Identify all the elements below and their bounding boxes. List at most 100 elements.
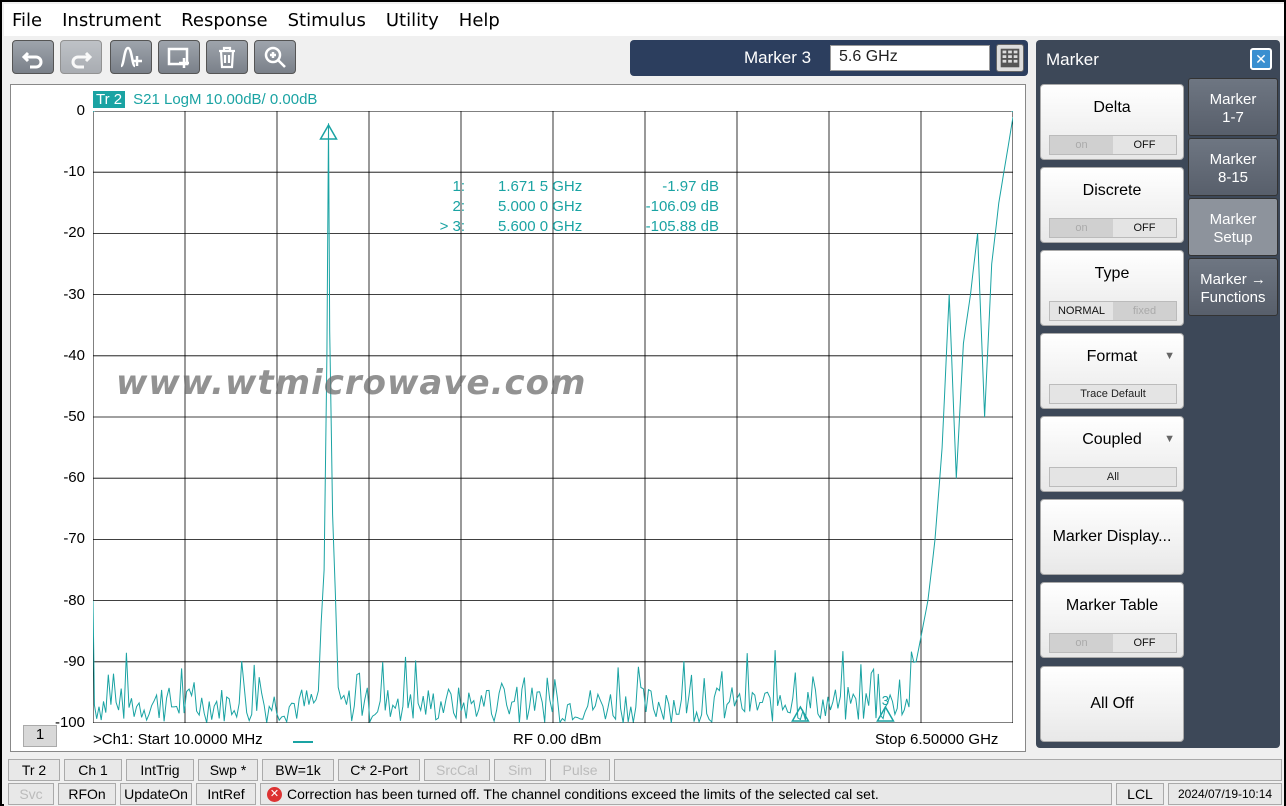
stop-frequency[interactable]: Stop 6.50000 GHz [875, 731, 998, 748]
marker-table-label: Marker Table [1065, 597, 1159, 614]
undo-button[interactable] [12, 40, 54, 74]
status-svc[interactable]: Svc [8, 783, 54, 805]
status-srccal[interactable]: SrcCal [424, 759, 490, 781]
status-bandwidth[interactable]: BW=1k [262, 759, 334, 781]
delta-button[interactable]: Delta on OFF [1040, 84, 1184, 160]
marker-3-label: 3 [882, 693, 889, 708]
all-off-button[interactable]: All Off [1040, 666, 1184, 742]
zoom-button[interactable] [254, 40, 296, 74]
marker-readout-frequency: 5.000 0 GHz [498, 198, 582, 215]
marker-display-button[interactable]: Marker Display... [1040, 499, 1184, 575]
close-icon: ✕ [1255, 51, 1267, 67]
plot-area[interactable]: 231:1.671 5 GHz-1.97 dB2:5.000 0 GHz-106… [93, 111, 1013, 723]
y-tick-label: -90 [63, 652, 85, 670]
y-tick-label: -20 [63, 224, 85, 242]
delete-icon [219, 46, 235, 69]
marker-panel: Marker ✕ Delta on OFF Discrete on OFF Type… [1036, 40, 1280, 748]
status-int-ref[interactable]: IntRef [196, 783, 256, 805]
format-button[interactable]: Format ▼ Trace Default [1040, 333, 1184, 409]
tab-marker-1-7[interactable]: Marker 1-7 [1188, 78, 1278, 136]
y-tick-label: -30 [63, 285, 85, 303]
marker-frequency-input[interactable]: 5.6 GHz [830, 45, 990, 71]
marker-readout-id: > 3: [440, 218, 465, 235]
status-sweep[interactable]: Swp * [198, 759, 258, 781]
status-rf-on[interactable]: RFOn [58, 783, 116, 805]
status-calibration[interactable]: C* 2-Port [338, 759, 420, 781]
marker-readout-frequency: 5.600 0 GHz [498, 218, 582, 235]
window: File Instrument Response Stimulus Utilit… [0, 0, 1286, 806]
keypad-icon [1000, 48, 1020, 68]
y-tick-label: -10 [63, 163, 85, 181]
discrete-toggle[interactable]: on OFF [1049, 218, 1177, 238]
add-trace-button[interactable] [110, 40, 152, 74]
coupled-button[interactable]: Coupled ▼ All [1040, 416, 1184, 492]
status-message[interactable]: ✕ Correction has been turned off. The ch… [260, 783, 1112, 805]
status-lcl[interactable]: LCL [1116, 783, 1164, 805]
menu-response[interactable]: Response [181, 10, 267, 31]
panel-title: Marker [1046, 50, 1099, 69]
marker-display-label: Marker Display... [1052, 528, 1172, 545]
marker-table-toggle[interactable]: on OFF [1049, 633, 1177, 653]
dropdown-arrow-icon: ▼ [1164, 350, 1175, 362]
marker-table-off: OFF [1113, 634, 1176, 652]
status-datetime: 2024/07/19-10:14 [1168, 783, 1282, 805]
keypad-button[interactable] [996, 44, 1024, 72]
menu-file[interactable]: File [12, 10, 42, 31]
y-tick-label: -40 [63, 346, 85, 364]
tab-label: Marker 8-15 [1209, 151, 1257, 186]
tab-label: Marker 1-7 [1209, 91, 1257, 126]
y-tick-label: 0 [76, 102, 85, 119]
marker-entry-bar: Marker 3 5.6 GHz [630, 40, 1028, 76]
rf-power[interactable]: RF 0.00 dBm [513, 731, 601, 748]
add-trace-icon [119, 46, 142, 68]
y-tick-label: -50 [63, 408, 85, 425]
marker-readout-value: -105.88 dB [646, 218, 719, 235]
status-message-text: Correction has been turned off. The chan… [287, 786, 879, 802]
y-tick-label: -80 [63, 591, 85, 609]
trace-header[interactable]: Tr 2 S21 LogM 10.00dB/ 0.00dB [93, 91, 317, 108]
marker-entry-label: Marker 3 [744, 48, 812, 67]
tab-label: Marker → Functions [1200, 271, 1266, 306]
channel-icon [167, 47, 189, 68]
trace-window[interactable]: Tr 2 S21 LogM 10.00dB/ 0.00dB 0 -10 -20 -30 -… [10, 84, 1026, 752]
status-update-on[interactable]: UpdateOn [120, 783, 192, 805]
menu-instrument[interactable]: Instrument [62, 10, 161, 31]
status-trigger[interactable]: IntTrig [126, 759, 194, 781]
status-pulse[interactable]: Pulse [550, 759, 610, 781]
y-tick-label: -70 [63, 530, 85, 548]
redo-button[interactable] [60, 40, 102, 74]
marker-table-button[interactable]: Marker Table on OFF [1040, 582, 1184, 658]
type-toggle[interactable]: NORMAL fixed [1049, 301, 1177, 321]
channel-button[interactable] [158, 40, 200, 74]
tab-marker-setup[interactable]: Marker Setup [1188, 198, 1278, 256]
status-trace[interactable]: Tr 2 [8, 759, 60, 781]
discrete-button[interactable]: Discrete on OFF [1040, 167, 1184, 243]
delete-button[interactable] [206, 40, 248, 74]
tab-marker-8-15[interactable]: Marker 8-15 [1188, 138, 1278, 196]
status-channel[interactable]: Ch 1 [64, 759, 122, 781]
marker-readout-frequency: 1.671 5 GHz [498, 178, 582, 195]
undo-icon [21, 51, 43, 69]
tab-label: Marker Setup [1209, 211, 1257, 246]
status-sim[interactable]: Sim [494, 759, 546, 781]
tab-marker-functions[interactable]: Marker → Functions [1188, 258, 1278, 316]
close-panel-button[interactable]: ✕ [1250, 48, 1272, 70]
menu-utility[interactable]: Utility [386, 10, 439, 31]
start-frequency[interactable]: >Ch1: Start 10.0000 MHz [93, 731, 263, 748]
menu-bar: File Instrument Response Stimulus Utilit… [4, 4, 1284, 36]
discrete-off: OFF [1113, 219, 1176, 237]
menu-stimulus[interactable]: Stimulus [288, 10, 366, 31]
menu-help[interactable]: Help [459, 10, 500, 31]
coupled-value-text: All [1050, 468, 1176, 486]
coupled-value: All [1049, 467, 1177, 487]
format-value-text: Trace Default [1050, 385, 1176, 403]
y-tick-label: -60 [63, 469, 85, 487]
marker-readout-id: 2: [452, 198, 465, 215]
channel-number[interactable]: 1 [23, 725, 57, 747]
delta-label: Delta [1093, 99, 1131, 116]
error-icon: ✕ [267, 787, 282, 802]
type-button[interactable]: Type NORMAL fixed [1040, 250, 1184, 326]
dropdown-arrow-icon: ▼ [1164, 433, 1175, 445]
discrete-label: Discrete [1082, 182, 1142, 199]
delta-toggle[interactable]: on OFF [1049, 135, 1177, 155]
